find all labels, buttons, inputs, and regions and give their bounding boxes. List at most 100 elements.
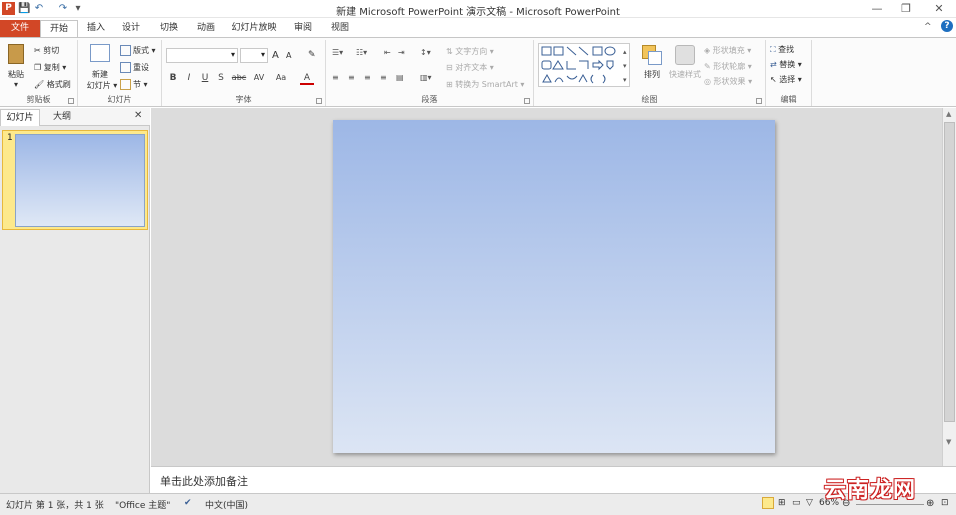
arrange-button[interactable]: 排列 [638, 43, 666, 93]
language-status[interactable]: 中文(中国) [205, 498, 248, 511]
save-icon[interactable]: 💾 [18, 2, 30, 15]
align-text-button[interactable]: ⊟ 对齐文本 ▾ [446, 62, 494, 73]
font-size-dropdown[interactable]: ▾ [240, 48, 268, 63]
undo-icon[interactable]: ↶ [33, 2, 45, 15]
format-painter-button[interactable]: 🖌 格式刷 [34, 79, 71, 90]
tab-file[interactable]: 文件 [0, 20, 40, 37]
shape-effects-button[interactable]: ◎ 形状效果 ▾ [704, 76, 752, 87]
clear-format-icon[interactable]: ✎ [308, 50, 316, 60]
font-color-button[interactable]: A [300, 73, 314, 85]
align-text-icon: ⊟ [446, 63, 453, 72]
text-direction-icon: ⇅ [446, 47, 453, 56]
line-spacing-icon[interactable]: ↕▾ [420, 48, 431, 57]
italic-button[interactable]: I [182, 73, 196, 83]
increase-indent-icon[interactable]: ⇥ [398, 48, 405, 57]
find-button[interactable]: ⛶ 查找 [770, 44, 794, 55]
justify-icon[interactable]: ≡ [380, 73, 387, 82]
bullets-icon[interactable]: ☰▾ [332, 48, 343, 57]
align-left-icon[interactable]: ≡ [332, 73, 339, 82]
theme-status[interactable]: "Office 主题" [115, 498, 170, 511]
tab-design[interactable]: 设计 [117, 20, 145, 37]
redo-icon[interactable]: ↷ [57, 2, 69, 15]
shapes-gallery-icons: ▴ ▾ ▾ [541, 46, 627, 84]
cut-button[interactable]: ✂ 剪切 [34, 45, 59, 56]
reading-view-icon[interactable]: ▭ [792, 498, 801, 508]
effects-icon: ◎ [704, 77, 711, 86]
change-case-button[interactable]: Aa [272, 73, 290, 82]
scroll-thumb[interactable] [944, 122, 955, 422]
powerpoint-app-icon[interactable]: P [2, 2, 15, 15]
smartart-button[interactable]: ⊞ 转换为 SmartArt ▾ [446, 79, 524, 90]
status-bar: 幻灯片 第 1 张，共 1 张 "Office 主题" ✔ 中文(中国) ⊞ ▭… [0, 493, 956, 515]
minimize-icon[interactable]: — [866, 1, 888, 17]
shadow-button[interactable]: S [214, 73, 228, 83]
help-icon[interactable]: ? [941, 20, 953, 32]
slideshow-view-icon[interactable]: ▽ [806, 498, 813, 508]
drawing-launcher-icon[interactable] [756, 98, 762, 104]
ribbon: 粘贴 ▾ ✂ 剪切 ❐ 复制 ▾ 🖌 格式刷 剪贴板 新建 幻灯片 ▾ 版式 ▾… [0, 37, 956, 107]
quick-styles-button[interactable]: 快速样式 [668, 43, 702, 93]
scroll-down-icon[interactable]: ▼ [946, 438, 951, 446]
tab-transitions[interactable]: 切换 [155, 20, 183, 37]
tab-insert[interactable]: 插入 [82, 20, 110, 37]
fit-window-icon[interactable]: ⊡ [941, 498, 949, 508]
numbering-icon[interactable]: ☷▾ [356, 48, 367, 57]
ribbon-tabs: 文件 开始 插入 设计 切换 动画 幻灯片放映 审阅 视图 ^ ? [0, 18, 956, 37]
grow-font-button[interactable]: A [272, 50, 279, 61]
paint-bucket-icon: ◈ [704, 46, 711, 55]
normal-view-icon[interactable] [762, 497, 774, 509]
tab-review[interactable]: 审阅 [289, 20, 317, 37]
distribute-icon[interactable]: ▤ [396, 73, 404, 82]
underline-button[interactable]: U [198, 73, 212, 83]
reset-button[interactable]: 重设 [120, 62, 149, 73]
columns-icon[interactable]: ▥▾ [420, 73, 432, 82]
shape-outline-button[interactable]: ✎ 形状轮廓 ▾ [704, 61, 752, 72]
paragraph-launcher-icon[interactable] [524, 98, 530, 104]
paste-button[interactable]: 粘贴 ▾ [4, 43, 28, 93]
slide-thumbnail-row[interactable]: 1 [2, 130, 148, 230]
tab-outline-pane[interactable]: 大纲 [42, 109, 82, 126]
tab-view[interactable]: 视图 [326, 20, 354, 37]
tab-home[interactable]: 开始 [40, 20, 78, 37]
char-spacing-button[interactable]: AV [250, 73, 268, 82]
zoom-slider[interactable] [856, 504, 924, 505]
align-center-icon[interactable]: ≡ [348, 73, 355, 82]
tab-slides-pane[interactable]: 幻灯片 [0, 109, 40, 126]
new-slide-button[interactable]: 新建 幻灯片 ▾ [82, 43, 118, 93]
section-button[interactable]: 节 ▾ [120, 79, 148, 90]
tab-slideshow[interactable]: 幻灯片放映 [229, 20, 279, 37]
shapes-gallery[interactable]: ▴ ▾ ▾ [538, 43, 630, 87]
vertical-scrollbar[interactable]: ▲ ▼ [942, 108, 956, 466]
spellcheck-icon[interactable]: ✔ [184, 498, 192, 508]
close-icon[interactable]: ✕ [928, 1, 950, 17]
layout-button[interactable]: 版式 ▾ [120, 45, 156, 56]
tab-animations[interactable]: 动画 [192, 20, 220, 37]
align-right-icon[interactable]: ≡ [364, 73, 371, 82]
font-launcher-icon[interactable] [316, 98, 322, 104]
binoculars-icon: ⛶ [770, 45, 776, 54]
customize-qat-icon[interactable]: ▾ [72, 2, 84, 15]
font-name-dropdown[interactable]: ▾ [166, 48, 238, 63]
ribbon-minimize-icon[interactable]: ^ [924, 22, 932, 32]
clipboard-launcher-icon[interactable] [68, 98, 74, 104]
slide-thumbnail[interactable] [15, 134, 145, 227]
strikethrough-button[interactable]: abc [230, 73, 248, 82]
restore-icon[interactable]: ❐ [895, 1, 917, 17]
brush-icon: 🖌 [34, 80, 45, 89]
shrink-font-button[interactable]: A [286, 51, 291, 60]
select-button[interactable]: ↖ 选择 ▾ [770, 74, 802, 85]
slide-sorter-icon[interactable]: ⊞ [778, 498, 786, 508]
replace-button[interactable]: ⇄ 替换 ▾ [770, 59, 802, 70]
slide-canvas[interactable] [333, 120, 775, 453]
copy-button[interactable]: ❐ 复制 ▾ [34, 62, 66, 73]
shape-fill-button[interactable]: ◈ 形状填充 ▾ [704, 45, 751, 56]
close-pane-icon[interactable]: ✕ [134, 110, 142, 121]
decrease-indent-icon[interactable]: ⇤ [384, 48, 391, 57]
scroll-up-icon[interactable]: ▲ [946, 110, 951, 118]
bold-button[interactable]: B [166, 73, 180, 83]
svg-text:▴: ▴ [623, 48, 627, 56]
group-clipboard: 粘贴 ▾ ✂ 剪切 ❐ 复制 ▾ 🖌 格式刷 剪贴板 [0, 40, 78, 106]
notes-placeholder[interactable]: 单击此处添加备注 [160, 473, 248, 489]
text-direction-button[interactable]: ⇅ 文字方向 ▾ [446, 46, 494, 57]
zoom-in-icon[interactable]: ⊕ [926, 498, 934, 509]
